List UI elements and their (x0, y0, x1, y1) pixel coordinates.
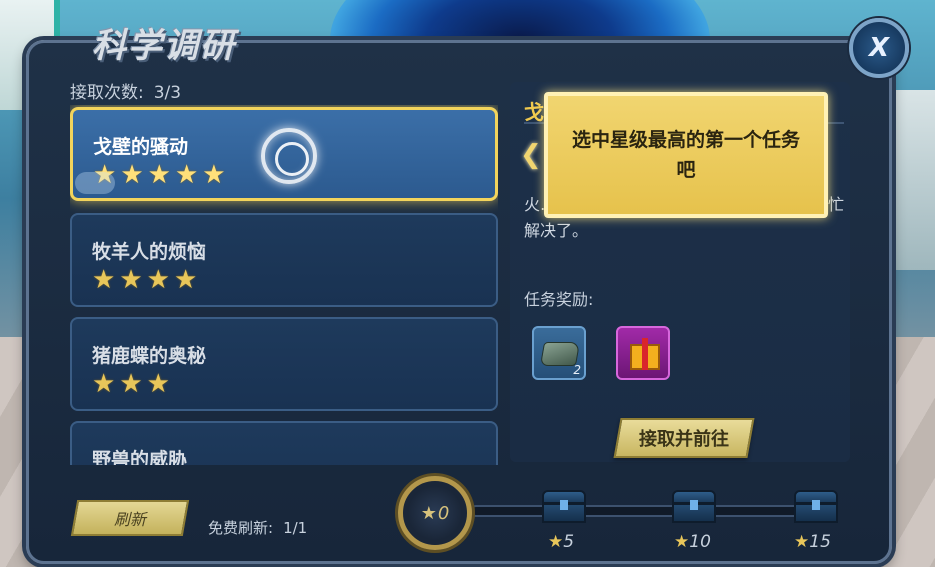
free-refresh: 免费刷新: 1/1 (208, 517, 307, 538)
milestone-value: 5 (563, 532, 575, 552)
accept-count-value: 3/3 (153, 83, 182, 103)
accept-and-go-label: 接取并前往 (639, 429, 729, 450)
star-icon: ★ (548, 532, 564, 552)
star-icon: ★ (173, 265, 198, 295)
refresh-button[interactable]: 刷新 (70, 500, 190, 536)
task-card[interactable]: 猪鹿蝶的奥秘 ★ ★ ★ (70, 317, 498, 411)
task-card[interactable]: 戈壁的骚动 ★ ★ ★ ★ ★ (70, 107, 498, 201)
milestone-value: 15 (809, 532, 831, 552)
accept-count-label: 接取次数: (70, 83, 144, 103)
star-icon: ★ (420, 502, 437, 524)
background-building (885, 90, 935, 270)
accept-count: 接取次数: 3/3 (70, 78, 181, 103)
tutorial-tooltip: 选中星级最高的第一个任务吧 (544, 92, 828, 218)
chest-lock-icon (812, 500, 820, 510)
star-icon: ★ (119, 265, 143, 295)
task-card[interactable]: 牧羊人的烦恼 ★ ★ ★ ★ (70, 213, 498, 307)
task-stars: ★ ★ ★ (92, 371, 170, 397)
star-icon: ★ (674, 532, 690, 552)
current-stars: 0 (437, 502, 450, 524)
reward-chest[interactable] (542, 490, 586, 524)
reward-chest[interactable] (672, 490, 716, 524)
star-icon: ★ (146, 265, 170, 295)
star-icon: ★ (146, 369, 170, 399)
close-button[interactable]: X (849, 18, 909, 78)
reward-label: 任务奖励: (524, 290, 594, 309)
chest-lock-icon (560, 500, 568, 510)
star-icon: ★ (92, 265, 116, 295)
star-icon: ★ (119, 369, 143, 399)
chest-milestone: ★10 (674, 532, 711, 552)
task-stars: ★ ★ ★ ★ (92, 267, 197, 293)
reward-item-gift[interactable] (616, 326, 670, 380)
accept-and-go-button[interactable]: 接取并前往 (613, 418, 755, 458)
star-progress-track (470, 505, 818, 517)
reward-chest[interactable] (794, 490, 838, 524)
task-card[interactable]: 野兽的威胁 (70, 421, 498, 465)
task-name: 猪鹿蝶的奥秘 (92, 345, 207, 367)
cloud-decoration (75, 172, 115, 194)
task-name: 戈壁的骚动 (93, 136, 189, 158)
task-list: 戈壁的骚动 ★ ★ ★ ★ ★ 牧羊人的烦恼 ★ ★ ★ ★ 猪鹿蝶的奥秘 ★ ★ ★ 野兽的威胁 (70, 105, 498, 465)
panel-title: 科学调研 (92, 26, 236, 66)
star-icon: ★ (120, 160, 144, 190)
star-icon: ★ (174, 160, 199, 190)
chest-lock-icon (690, 500, 698, 510)
reward-count: 2 (573, 363, 581, 377)
task-name: 牧羊人的烦恼 (92, 241, 207, 263)
star-icon: ★ (794, 532, 810, 552)
star-icon: ★ (92, 369, 116, 399)
tap-hint-icon (261, 128, 317, 184)
free-refresh-value: 1/1 (283, 519, 308, 537)
gift-ribbon (642, 338, 648, 370)
tooltip-arrow-icon: ❮ (520, 140, 542, 170)
star-progress-medal: ★ 0 (398, 476, 472, 550)
chest-milestone: ★15 (794, 532, 831, 552)
milestone-value: 10 (689, 532, 711, 552)
task-name: 野兽的威胁 (92, 449, 188, 465)
star-icon: ★ (147, 160, 171, 190)
star-icon: ★ (202, 160, 226, 190)
chest-milestone: ★5 (548, 532, 574, 552)
free-refresh-label: 免费刷新: (208, 519, 274, 537)
refresh-label: 刷新 (113, 510, 146, 529)
task-detail-title: 戈 (524, 100, 544, 124)
reward-item-ore[interactable]: 2 (532, 326, 586, 380)
tooltip-text: 选中星级最高的第一个任务吧 (571, 129, 800, 181)
